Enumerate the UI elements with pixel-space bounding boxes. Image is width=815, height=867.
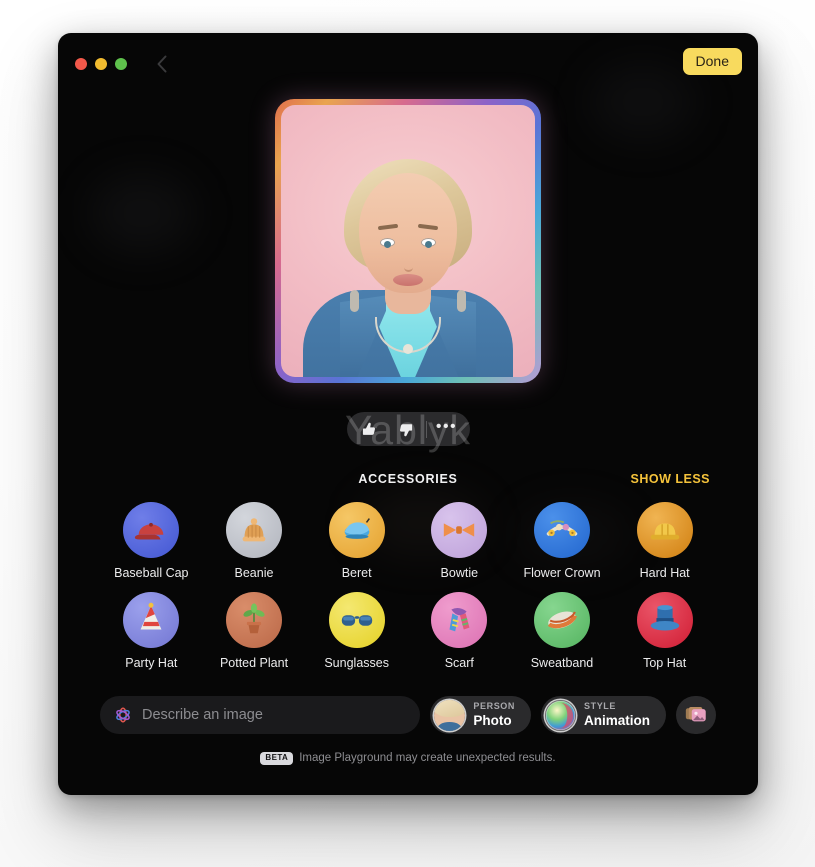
accessory-label: Hard Hat bbox=[639, 566, 690, 580]
portrait-illustration bbox=[281, 105, 535, 377]
accessory-label: Party Hat bbox=[125, 656, 178, 670]
flower-crown-icon[interactable] bbox=[533, 502, 590, 558]
photo-picker-button[interactable] bbox=[676, 696, 716, 734]
footer-text: Image Playground may create unexpected r… bbox=[299, 752, 556, 765]
back-button[interactable] bbox=[149, 51, 175, 77]
accessories-grid: Baseball Cap Beanie Beret Bowtie Flower Crow… bbox=[100, 502, 716, 670]
person-chip[interactable]: PERSON Photo bbox=[430, 696, 531, 734]
maximize-window-button[interactable] bbox=[115, 58, 127, 70]
style-sphere-icon bbox=[545, 699, 576, 731]
style-chip[interactable]: STYLE Animation bbox=[541, 696, 666, 734]
accessory-item-party-hat[interactable]: Party Hat bbox=[100, 592, 203, 670]
bowtie-icon[interactable] bbox=[431, 502, 488, 558]
preview-area: Yablyk ••• bbox=[58, 95, 758, 453]
sunglasses-icon[interactable] bbox=[328, 592, 385, 648]
style-chip-value: Animation bbox=[584, 712, 650, 728]
baseball-cap-icon[interactable] bbox=[123, 502, 180, 558]
minimize-window-button[interactable] bbox=[95, 58, 107, 70]
accessories-title: ACCESSORIES bbox=[358, 472, 458, 486]
close-window-button[interactable] bbox=[75, 58, 87, 70]
accessory-label: Baseball Cap bbox=[114, 566, 189, 580]
generated-image-frame[interactable] bbox=[275, 99, 541, 383]
accessories-section: ACCESSORIES SHOW LESS Baseball Cap Beanie… bbox=[100, 470, 716, 670]
accessory-item-hard-hat[interactable]: Hard Hat bbox=[613, 502, 716, 580]
accessory-label: Sweatband bbox=[530, 656, 594, 670]
chevron-left-icon bbox=[157, 55, 167, 73]
image-playground-window: Done Yablyk ••• ACCESSORIES SHOW LESS Ba… bbox=[58, 33, 758, 795]
thumbs-down-button[interactable] bbox=[388, 415, 424, 443]
prompt-placeholder: Describe an image bbox=[142, 707, 263, 723]
generated-image[interactable] bbox=[281, 105, 535, 377]
hard-hat-icon[interactable] bbox=[636, 502, 693, 558]
title-bar: Done bbox=[58, 33, 758, 95]
accessory-item-bowtie[interactable]: Bowtie bbox=[408, 502, 511, 580]
accessory-item-baseball-cap[interactable]: Baseball Cap bbox=[100, 502, 203, 580]
accessories-header: ACCESSORIES SHOW LESS bbox=[100, 470, 716, 488]
accessory-label: Scarf bbox=[444, 656, 474, 670]
thumbs-down-icon bbox=[400, 423, 413, 436]
potted-plant-icon[interactable] bbox=[225, 592, 282, 648]
accessory-label: Potted Plant bbox=[219, 656, 289, 670]
ellipsis-icon: ••• bbox=[435, 418, 458, 435]
accessory-item-beret[interactable]: Beret bbox=[305, 502, 408, 580]
person-chip-value: Photo bbox=[473, 712, 512, 728]
style-chip-kicker: STYLE bbox=[584, 701, 617, 712]
sweatband-icon[interactable] bbox=[533, 592, 590, 648]
accessory-label: Beanie bbox=[234, 566, 274, 580]
divider bbox=[425, 420, 427, 438]
more-options-button[interactable]: ••• bbox=[429, 415, 465, 443]
accessory-item-sunglasses[interactable]: Sunglasses bbox=[305, 592, 408, 670]
thumbs-up-button[interactable] bbox=[352, 415, 388, 443]
accessory-item-top-hat[interactable]: Top Hat bbox=[613, 592, 716, 670]
accessory-item-sweatband[interactable]: Sweatband bbox=[511, 592, 614, 670]
person-avatar bbox=[434, 699, 466, 731]
prompt-input[interactable]: Describe an image bbox=[100, 696, 421, 734]
thumbs-up-icon bbox=[362, 422, 375, 435]
accessory-label: Top Hat bbox=[643, 656, 687, 670]
beta-badge: BETA bbox=[260, 752, 294, 765]
photo-stack-icon bbox=[685, 706, 706, 722]
beanie-icon[interactable] bbox=[225, 502, 282, 558]
bottom-toolbar: Describe an image PERSON Photo STYLE Ani… bbox=[100, 696, 716, 734]
accessory-item-potted-plant[interactable]: Potted Plant bbox=[203, 592, 306, 670]
beret-icon[interactable] bbox=[328, 502, 385, 558]
traffic-lights bbox=[75, 58, 127, 70]
accessory-label: Beret bbox=[341, 566, 372, 580]
accessory-item-beanie[interactable]: Beanie bbox=[203, 502, 306, 580]
apple-intelligence-icon bbox=[116, 707, 130, 723]
party-hat-icon[interactable] bbox=[123, 592, 180, 648]
scarf-icon[interactable] bbox=[431, 592, 488, 648]
footer-note: BETA Image Playground may create unexpec… bbox=[58, 752, 758, 765]
show-less-button[interactable]: SHOW LESS bbox=[624, 471, 716, 487]
person-chip-kicker: PERSON bbox=[473, 701, 515, 712]
feedback-bar: ••• bbox=[346, 412, 470, 446]
accessory-label: Flower Crown bbox=[523, 566, 601, 580]
top-hat-icon[interactable] bbox=[636, 592, 693, 648]
accessory-label: Sunglasses bbox=[324, 656, 389, 670]
accessory-item-scarf[interactable]: Scarf bbox=[408, 592, 511, 670]
accessory-item-flower-crown[interactable]: Flower Crown bbox=[511, 502, 614, 580]
done-button[interactable]: Done bbox=[682, 48, 742, 76]
accessory-label: Bowtie bbox=[440, 566, 479, 580]
